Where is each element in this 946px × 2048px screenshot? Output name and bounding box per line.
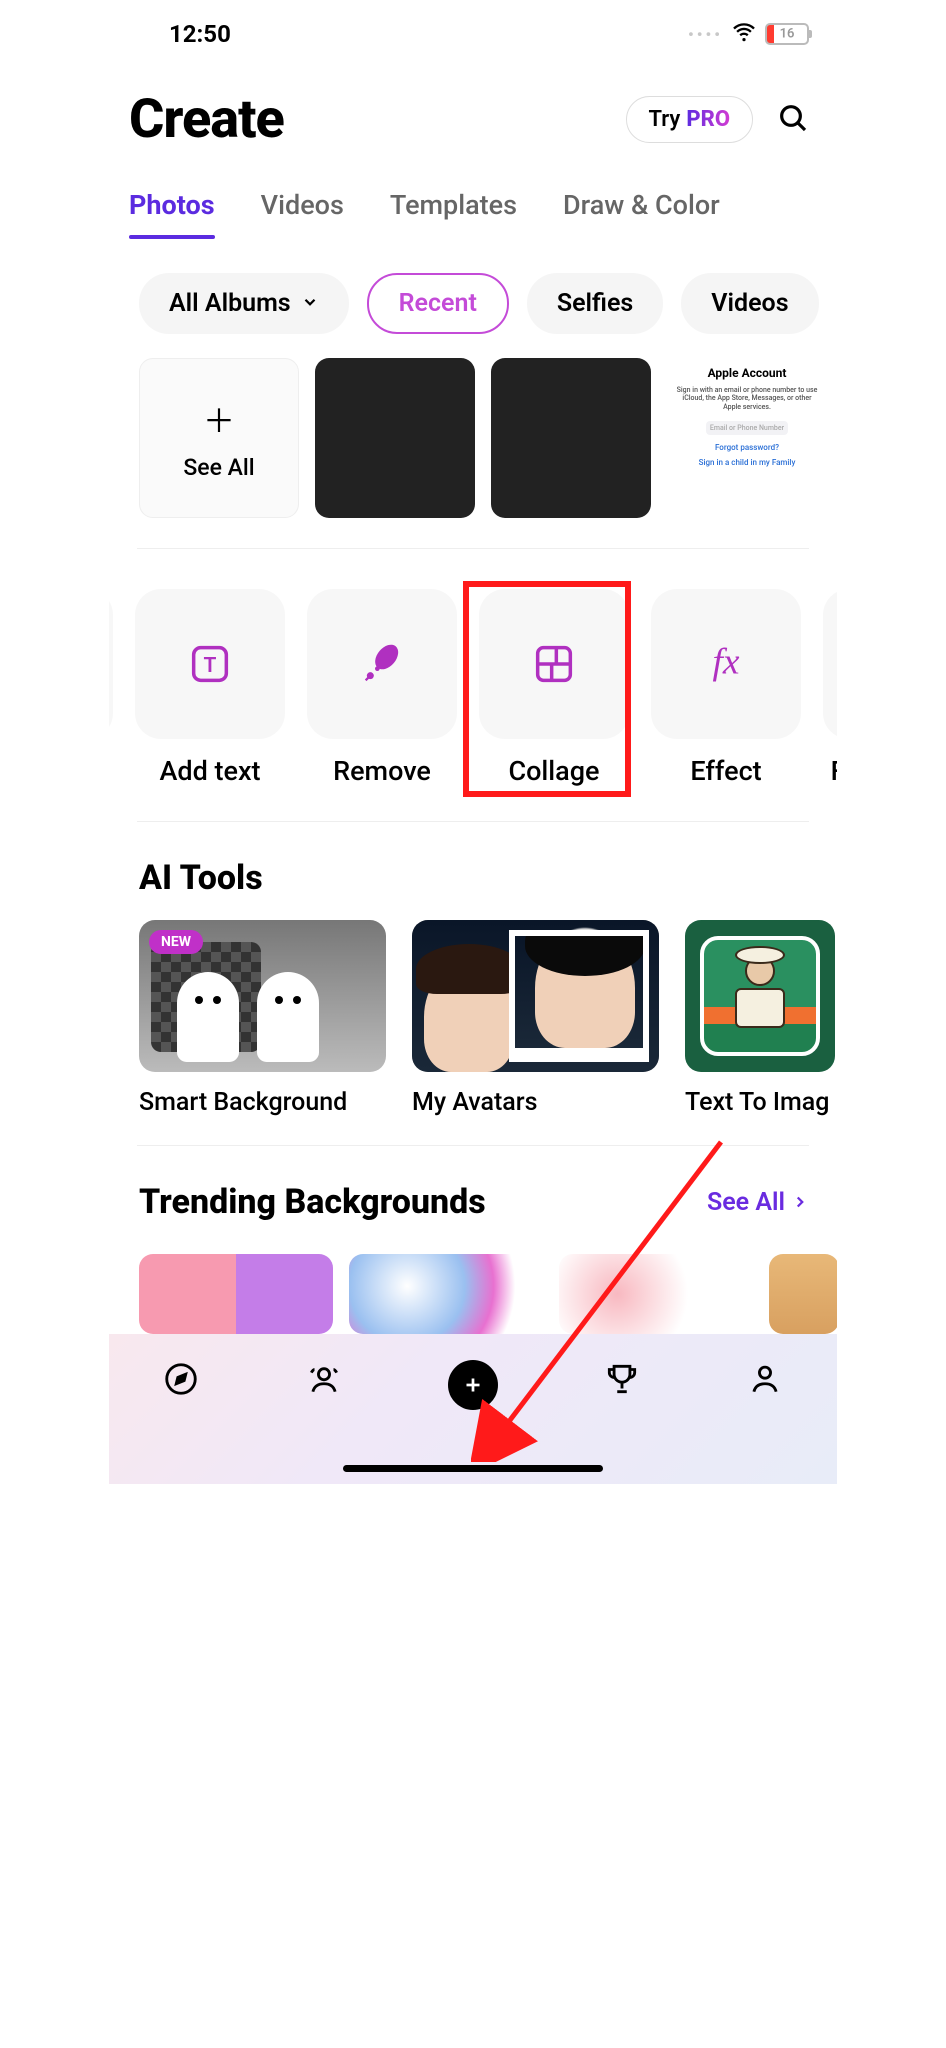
nav-community[interactable] <box>305 1360 343 1402</box>
bg-swatch-3[interactable] <box>559 1254 753 1334</box>
header: Create Try PRO <box>109 58 837 167</box>
photo-thumb-3[interactable]: Apple Account Sign in with an email or p… <box>667 358 827 518</box>
svg-text:fx: fx <box>713 641 740 682</box>
ai-tools-cards: NEW Smart Background My Avatars Text To … <box>109 920 837 1145</box>
album-filter-chips: All Albums Recent Selfies Videos <box>109 239 837 334</box>
ai-tools-title: AI Tools <box>139 858 263 898</box>
tool-effect[interactable]: fx Effect <box>651 589 801 787</box>
trending-header: Trending Backgrounds See All <box>109 1146 837 1244</box>
wifi-icon <box>731 18 757 50</box>
bg-swatch-2[interactable] <box>349 1254 543 1334</box>
tab-draw-color[interactable]: Draw & Color <box>563 189 720 239</box>
chip-videos[interactable]: Videos <box>681 273 818 334</box>
bg-swatch-1[interactable] <box>139 1254 333 1334</box>
new-badge: NEW <box>149 930 203 954</box>
category-tabs: Photos Videos Templates Draw & Color <box>109 167 837 239</box>
try-pro-button[interactable]: Try PRO <box>626 96 753 143</box>
tool-add-text[interactable]: T Add text <box>135 589 285 787</box>
tab-videos[interactable]: Videos <box>261 189 344 239</box>
bottom-nav <box>109 1334 837 1484</box>
ai-tools-header: AI Tools <box>109 822 837 920</box>
photo-thumb-2[interactable] <box>491 358 651 518</box>
tab-photos[interactable]: Photos <box>129 189 215 239</box>
tool-collage[interactable]: Collage <box>479 589 629 787</box>
trending-title: Trending Backgrounds <box>139 1182 486 1222</box>
nav-create-button[interactable] <box>448 1360 498 1410</box>
plus-icon: ＋ <box>203 396 235 442</box>
chip-all-albums[interactable]: All Albums <box>139 273 349 334</box>
clock: 12:50 <box>169 20 231 48</box>
edit-tools-row: G T Add text Remove Collage fx Effect F <box>109 549 837 821</box>
home-indicator <box>343 1465 603 1472</box>
status-bar: 12:50 •••• 16 <box>109 0 837 58</box>
card-my-avatars[interactable]: My Avatars <box>412 920 659 1117</box>
tab-templates[interactable]: Templates <box>390 189 517 239</box>
search-icon[interactable] <box>777 102 809 138</box>
nav-explore[interactable] <box>162 1360 200 1402</box>
chip-recent[interactable]: Recent <box>367 273 509 334</box>
trending-swatches <box>109 1244 837 1334</box>
svg-text:T: T <box>204 654 217 678</box>
nav-profile[interactable] <box>746 1360 784 1402</box>
bg-swatch-4[interactable] <box>769 1254 837 1334</box>
chip-selfies[interactable]: Selfies <box>527 273 663 334</box>
nav-challenges[interactable] <box>603 1360 641 1402</box>
tool-edge-right[interactable]: F <box>823 589 837 787</box>
tool-remove[interactable]: Remove <box>307 589 457 787</box>
card-smart-background[interactable]: NEW Smart Background <box>139 920 386 1117</box>
signal-dots-icon: •••• <box>688 25 723 44</box>
page-title: Create <box>129 88 284 151</box>
see-all-link[interactable]: See All <box>707 1188 809 1217</box>
chevron-down-icon <box>301 289 319 318</box>
photo-thumb-1[interactable] <box>315 358 475 518</box>
card-text-to-image[interactable]: Text To Imag <box>685 920 835 1117</box>
tool-edge-left[interactable]: G <box>109 589 113 787</box>
photo-thumbnails: ＋ See All Apple Account Sign in with an … <box>109 334 837 548</box>
see-all-thumb[interactable]: ＋ See All <box>139 358 299 518</box>
battery-icon: 16 <box>765 23 809 45</box>
